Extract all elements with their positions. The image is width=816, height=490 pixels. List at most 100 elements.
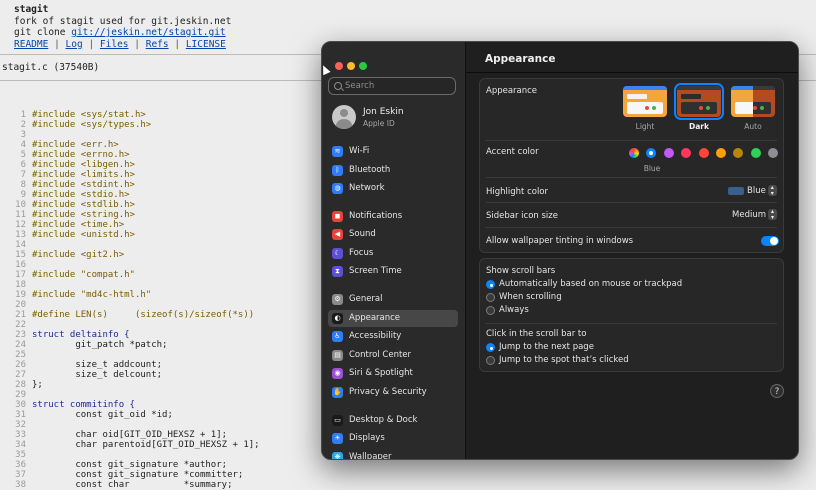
search-field[interactable]: Search [328,77,456,95]
zoom-button[interactable] [359,62,367,70]
accent-swatch-pink[interactable] [681,148,692,158]
code-line: 28}; [14,380,260,390]
line-number[interactable]: 10 [14,200,26,210]
close-button[interactable] [335,62,343,70]
line-number[interactable]: 26 [14,360,26,370]
code-line: 27 size_t delcount; [14,370,260,380]
line-number[interactable]: 36 [14,460,26,470]
line-number[interactable]: 11 [14,210,26,220]
sidebar-item-appearance[interactable]: ◐ Appearance [328,310,458,327]
readme-link[interactable]: README [14,39,48,50]
accent-swatch-purple[interactable] [663,148,674,158]
line-number[interactable]: 28 [14,380,26,390]
appearance-pane: Appearance Appearance Light Dark Auto Ac… [466,42,798,459]
license-link[interactable]: LICENSE [186,39,226,50]
scrollbars-auto-radio[interactable] [486,280,495,289]
line-number[interactable]: 30 [14,400,26,410]
code-line: 17 #include "compat.h" [14,270,260,280]
line-number[interactable]: 35 [14,450,26,460]
network-icon: ◍ [332,183,343,194]
accent-swatch-yellow[interactable] [733,148,744,158]
sidebar-item-wallpaper[interactable]: ❋ Wallpaper [328,449,458,459]
line-number[interactable]: 14 [14,240,26,250]
wallpaper-tinting-toggle[interactable] [761,236,779,246]
refs-link[interactable]: Refs [146,39,169,50]
sidebar-item-accessibility[interactable]: ♿ Accessibility [328,328,458,345]
files-link[interactable]: Files [100,39,129,50]
line-number[interactable]: 8 [14,180,26,190]
repo-header: stagit fork of stagit used for git.jeski… [14,4,231,50]
line-number[interactable]: 4 [14,140,26,150]
line-number[interactable]: 9 [14,190,26,200]
accent-color-label: Accent color [486,147,539,157]
code-line: 26 size_t addcount; [14,360,260,370]
clone-line: git clone git://jeskin.net/stagit.git [14,27,231,39]
line-number[interactable]: 37 [14,470,26,480]
sidebar-item-bluetooth[interactable]: ᛒ Bluetooth [328,162,458,179]
sidebar-item-screen-time[interactable]: ⧗ Screen Time [328,263,458,280]
line-number[interactable]: 21 [14,310,26,320]
line-number[interactable]: 16 [14,260,26,270]
line-number[interactable]: 24 [14,340,26,350]
clone-prefix: git clone [14,27,66,38]
minimize-button[interactable] [347,62,355,70]
sidebar-item-notifications[interactable]: ◼ Notifications [328,208,458,225]
sidebar-item-focus[interactable]: ☾ Focus [328,245,458,262]
sidebar-item-general[interactable]: ⚙ General [328,291,458,308]
line-number[interactable]: 22 [14,320,26,330]
jump-to-spot-radio[interactable] [486,356,495,365]
repo-nav: README | Log | Files | Refs | LICENSE [14,39,231,51]
line-number[interactable]: 38 [14,480,26,490]
accent-swatch-multicolor[interactable] [629,148,639,158]
accent-swatch-graphite[interactable] [768,148,779,158]
line-number[interactable]: 20 [14,300,26,310]
scrollbars-always-radio[interactable] [486,306,495,315]
line-number[interactable]: 33 [14,430,26,440]
line-number[interactable]: 25 [14,350,26,360]
line-number[interactable]: 17 [14,270,26,280]
appearance-dark-option[interactable] [674,83,724,120]
line-number[interactable]: 6 [14,160,26,170]
accent-swatch-green[interactable] [750,148,761,158]
appearance-light-option[interactable] [623,86,667,117]
line-number[interactable]: 3 [14,130,26,140]
line-number[interactable]: 12 [14,220,26,230]
sidebar-item-control-center[interactable]: ▤ Control Center [328,347,458,364]
line-number[interactable]: 34 [14,440,26,450]
line-number[interactable]: 29 [14,390,26,400]
line-number[interactable]: 32 [14,420,26,430]
jump-next-page-radio[interactable] [486,343,495,352]
accent-swatch-orange[interactable] [716,148,726,158]
help-button[interactable]: ? [770,384,784,398]
line-number[interactable]: 13 [14,230,26,240]
sidebar-icon-size-popup[interactable]: Medium ▴ ▾ [732,209,777,220]
accent-swatch-blue[interactable] [646,148,657,158]
line-number[interactable]: 1 [14,110,26,120]
line-number[interactable]: 2 [14,120,26,130]
sidebar-item-privacy-security[interactable]: ✋ Privacy & Security [328,384,458,401]
accent-swatch-red[interactable] [698,148,709,158]
sidebar-item-wi-fi[interactable]: ≋ Wi-Fi [328,143,458,160]
user-subtitle: Apple ID [363,119,395,128]
sidebar-item-siri-spotlight[interactable]: ◉ Siri & Spotlight [328,365,458,382]
clone-url-link[interactable]: git://jeskin.net/stagit.git [71,27,225,38]
line-number[interactable]: 7 [14,170,26,180]
log-link[interactable]: Log [66,39,83,50]
line-number[interactable]: 31 [14,410,26,420]
sidebar-item-desktop-dock[interactable]: ▭ Desktop & Dock [328,412,458,429]
appearance-auto-option[interactable] [731,86,775,117]
sidebar-item-label: Siri & Spotlight [349,368,413,378]
sidebar-item-sound[interactable]: ◀ Sound [328,226,458,243]
line-number[interactable]: 19 [14,290,26,300]
line-number[interactable]: 5 [14,150,26,160]
line-number[interactable]: 15 [14,250,26,260]
line-number[interactable]: 27 [14,370,26,380]
sidebar-item-displays[interactable]: ☀ Displays [328,430,458,447]
line-number[interactable]: 23 [14,330,26,340]
nav-separator: | [54,38,60,50]
line-number[interactable]: 18 [14,280,26,290]
sidebar-item-network[interactable]: ◍ Network [328,180,458,197]
scrollbars-when-scrolling-radio[interactable] [486,293,495,302]
highlight-color-popup[interactable]: Blue ▴ ▾ [728,185,777,196]
sidebar-item-label: Appearance [349,313,401,323]
